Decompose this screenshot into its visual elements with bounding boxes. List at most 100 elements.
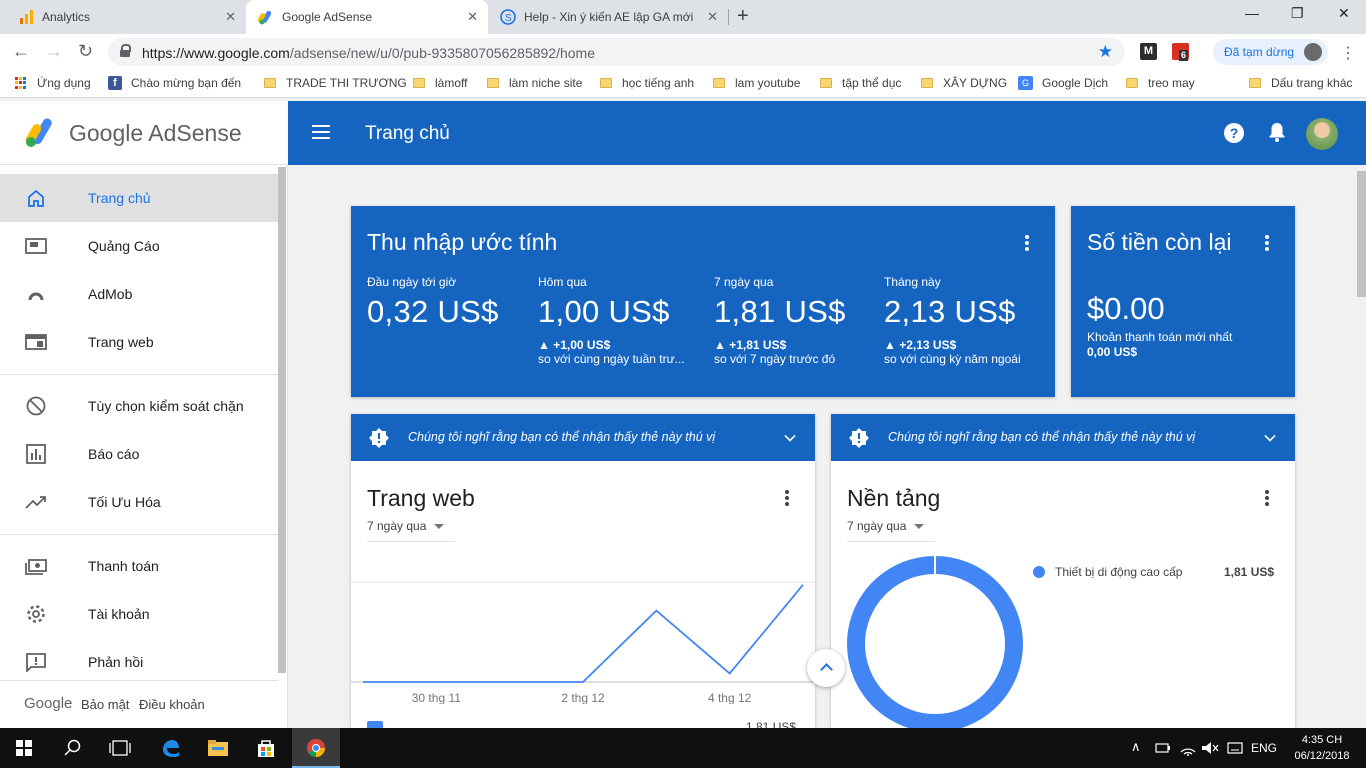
bookmark-other[interactable]: Dấu trang khác: [1249, 76, 1352, 90]
sidebar-item-reports[interactable]: Báo cáo: [0, 430, 278, 478]
sidebar-item-account[interactable]: Tài khoản: [0, 590, 278, 638]
suggestion-banner[interactable]: Chúng tôi nghĩ rằng bạn có thể nhận thấy…: [351, 414, 815, 461]
more-options-icon[interactable]: [1265, 235, 1269, 251]
input-language[interactable]: ENG: [1251, 741, 1277, 755]
minimize-icon[interactable]: —: [1245, 5, 1259, 21]
user-avatar[interactable]: [1306, 118, 1338, 150]
ads-icon: [25, 238, 47, 254]
bookmark-folder[interactable]: XÂY DỰNG: [921, 76, 1007, 90]
bookmark-folder[interactable]: học tiếng anh: [600, 76, 694, 90]
suggestion-banner[interactable]: Chúng tôi nghĩ rằng bạn có thể nhận thấy…: [831, 414, 1295, 461]
bookmark-apps[interactable]: Ứng dụng: [15, 76, 91, 90]
url-text[interactable]: https://www.google.com/adsense/new/u/0/p…: [142, 45, 595, 61]
bookmark-folder[interactable]: làmoff: [413, 76, 467, 90]
caret-down-icon: [914, 524, 925, 530]
hamburger-menu-icon[interactable]: [312, 125, 330, 139]
alert-icon: [369, 428, 389, 448]
more-options-icon[interactable]: [785, 490, 789, 506]
wifi-icon[interactable]: [1180, 740, 1196, 756]
bookmark-folder[interactable]: làm niche site: [487, 76, 582, 90]
chrome-icon: [307, 739, 325, 757]
sidebar-item-label: Trang chủ: [88, 190, 151, 206]
facebook-icon: f: [108, 76, 122, 90]
reload-icon[interactable]: ↻: [78, 41, 93, 62]
metric-delta: ▲ +1,81 US$: [714, 338, 787, 352]
help-icon[interactable]: ?: [1224, 123, 1244, 143]
address-bar[interactable]: https://www.google.com/adsense/new/u/0/p…: [108, 38, 1125, 66]
close-tab-icon[interactable]: ✕: [467, 9, 478, 25]
tab-google-adsense[interactable]: Google AdSense ✕: [246, 0, 488, 34]
sidebar-item-optimization[interactable]: Tối Ưu Hóa: [0, 478, 278, 526]
bookmark-folder[interactable]: tập thể dục: [820, 76, 901, 90]
bookmark-facebook[interactable]: f Chào mừng bạn đến: [108, 76, 243, 90]
search-button[interactable]: [48, 728, 96, 768]
volume-muted-icon[interactable]: [1201, 740, 1219, 756]
period-dropdown[interactable]: 7 ngày qua: [847, 519, 935, 542]
clock[interactable]: 4:35 CH 06/12/2018: [1289, 732, 1355, 764]
keyboard-icon[interactable]: [1227, 740, 1243, 756]
period-dropdown[interactable]: 7 ngày qua: [367, 519, 455, 542]
scroll-to-top-button[interactable]: [807, 649, 845, 687]
folder-icon: [820, 78, 832, 88]
x-tick-label: 30 thg 11: [412, 691, 461, 704]
tab-separator: [728, 9, 729, 25]
bookmark-folder[interactable]: lam youtube: [713, 76, 800, 90]
edge-taskbar-button[interactable]: [146, 728, 194, 768]
tab-analytics[interactable]: Analytics ✕: [6, 0, 246, 34]
chevron-down-icon[interactable]: [1264, 430, 1276, 442]
sidebar-item-home[interactable]: Trang chủ: [0, 174, 278, 222]
forward-icon[interactable]: →: [45, 41, 63, 62]
more-options-icon[interactable]: [1265, 490, 1269, 506]
maximize-icon[interactable]: ❐: [1291, 5, 1304, 22]
task-view-button[interactable]: [96, 728, 144, 768]
sidebar-item-sites[interactable]: Trang web: [0, 318, 278, 366]
site-earnings-value: 1,81 US$: [746, 720, 797, 728]
windows-taskbar: ∧ ENG 4:35 CH 06/12/2018: [0, 728, 1366, 768]
browser-menu-icon[interactable]: ⋮: [1340, 43, 1356, 63]
sidebar-item-label: Quảng Cáo: [88, 238, 160, 254]
more-options-icon[interactable]: [1025, 235, 1029, 251]
adsense-logo[interactable]: Google AdSense: [0, 101, 288, 165]
start-button[interactable]: [0, 728, 48, 768]
bookmark-label: làmoff: [435, 76, 468, 90]
sidebar-item-feedback[interactable]: Phản hồi: [0, 638, 278, 686]
close-tab-icon[interactable]: ✕: [225, 9, 236, 25]
file-explorer-button[interactable]: [194, 728, 242, 768]
bookmark-star-icon[interactable]: ★: [1098, 42, 1113, 62]
bookmark-folder[interactable]: treo may: [1126, 76, 1195, 90]
sidebar-scrollbar[interactable]: [278, 167, 286, 673]
card-title: Số tiền còn lại: [1087, 229, 1232, 255]
home-icon: [28, 189, 44, 207]
privacy-link[interactable]: Bảo mật: [81, 697, 129, 712]
battery-icon[interactable]: [1155, 741, 1171, 755]
store-button[interactable]: [242, 728, 290, 768]
folder-icon: [921, 78, 933, 88]
adsense-logo-icon: [25, 118, 52, 147]
show-hidden-icons[interactable]: ∧: [1131, 739, 1141, 755]
metric-today: Đầu ngày tới giờ 0,32 US$: [367, 275, 537, 338]
profile-sync-button[interactable]: Đã tạm dừng: [1213, 39, 1328, 65]
bookmark-folder[interactable]: TRADE THI TRƯƠNG: [264, 76, 407, 90]
feedback-icon: [26, 653, 46, 672]
profile-avatar: [1304, 43, 1322, 61]
back-icon[interactable]: ←: [12, 41, 30, 62]
sidebar-item-payments[interactable]: Thanh toán: [0, 542, 278, 590]
main-scrollbar[interactable]: [1357, 171, 1366, 297]
sidebar-item-label: Báo cáo: [88, 446, 140, 462]
chrome-taskbar-button[interactable]: [292, 728, 340, 768]
sidebar-item-label: Thanh toán: [88, 558, 159, 574]
bookmark-google-translate[interactable]: G Google Dịch: [1018, 76, 1108, 90]
calendar-extension-icon[interactable]: 6: [1172, 43, 1189, 61]
sidebar-item-blocking-controls[interactable]: Tùy chọn kiểm soát chặn: [0, 382, 278, 430]
close-tab-icon[interactable]: ✕: [707, 9, 718, 25]
notifications-bell-icon[interactable]: [1268, 122, 1286, 142]
tab-help[interactable]: S Help - Xin ý kiến AE lập GA mới ✕: [488, 0, 728, 34]
window-close-icon[interactable]: ✕: [1338, 5, 1350, 22]
gmail-extension-icon[interactable]: M: [1140, 43, 1157, 60]
sidebar-item-ads[interactable]: Quảng Cáo: [0, 222, 278, 270]
apps-grid-icon: [15, 77, 27, 89]
new-tab-icon[interactable]: +: [737, 5, 749, 28]
chevron-down-icon[interactable]: [784, 430, 796, 442]
sidebar-item-admob[interactable]: AdMob: [0, 270, 278, 318]
terms-link[interactable]: Điều khoản: [139, 697, 205, 712]
